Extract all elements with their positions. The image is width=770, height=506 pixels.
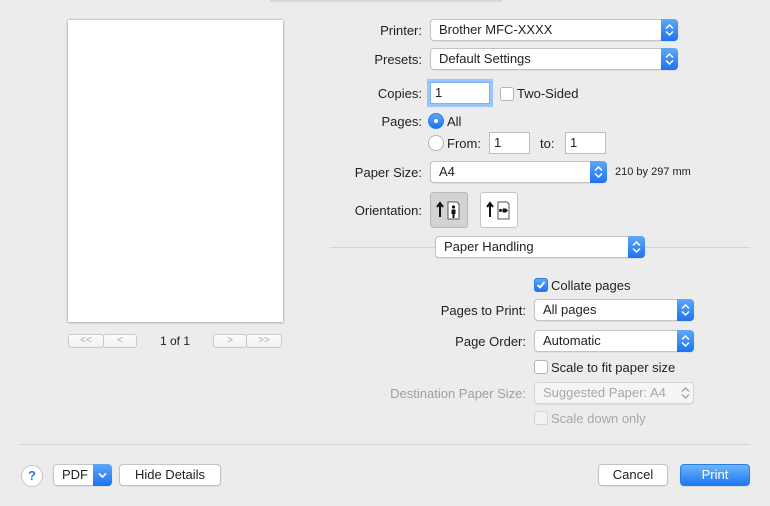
scale-down-only-checkbox[interactable] xyxy=(534,411,548,425)
copies-label: Copies: xyxy=(377,86,422,101)
copies-field[interactable]: 1 xyxy=(430,82,490,104)
presets-value: Default Settings xyxy=(439,51,531,66)
chevron-down-icon xyxy=(93,464,112,486)
printer-popup[interactable]: Brother MFC-XXXX xyxy=(430,19,678,41)
updown-arrows-icon xyxy=(677,382,694,404)
updown-arrows-icon xyxy=(661,48,678,70)
first-page-button[interactable]: << xyxy=(68,334,104,348)
pages-to-print-label: Pages to Print: xyxy=(440,303,526,318)
landscape-icon xyxy=(486,201,510,220)
cancel-button[interactable]: Cancel xyxy=(598,464,668,486)
prev-page-button[interactable]: < xyxy=(103,334,137,348)
pages-from-field[interactable]: 1 xyxy=(489,132,530,154)
hide-details-button[interactable]: Hide Details xyxy=(119,464,221,486)
presets-label: Presets: xyxy=(374,52,422,67)
paper-size-label: Paper Size: xyxy=(354,165,422,180)
footer-divider xyxy=(20,444,750,445)
page-order-label: Page Order: xyxy=(455,334,526,349)
pages-from-radio[interactable] xyxy=(428,135,444,151)
orientation-label: Orientation: xyxy=(354,203,422,218)
collate-pages-label: Collate pages xyxy=(551,278,631,293)
pages-all-radio[interactable] xyxy=(428,113,444,129)
paper-size-value: A4 xyxy=(439,164,455,179)
updown-arrows-icon xyxy=(661,19,678,41)
page-count: 1 of 1 xyxy=(159,334,191,348)
print-button[interactable]: Print xyxy=(680,464,750,486)
print-preview-page xyxy=(68,20,283,322)
landscape-orientation-button[interactable] xyxy=(480,192,518,228)
section-popup-value: Paper Handling xyxy=(444,239,534,254)
updown-arrows-icon xyxy=(677,299,694,321)
scale-to-fit-label: Scale to fit paper size xyxy=(551,360,676,375)
pages-from-label: From: xyxy=(447,136,481,151)
printer-value: Brother MFC-XXXX xyxy=(439,22,553,37)
pages-to-label: to: xyxy=(540,136,555,151)
page-order-popup[interactable]: Automatic xyxy=(534,330,694,352)
section-popup[interactable]: Paper Handling xyxy=(435,236,645,258)
pages-all-label: All xyxy=(447,114,462,129)
pages-to-field[interactable]: 1 xyxy=(565,132,606,154)
updown-arrows-icon xyxy=(590,161,607,183)
portrait-orientation-button[interactable] xyxy=(430,192,468,228)
checkmark-icon xyxy=(536,281,546,289)
collate-pages-checkbox[interactable] xyxy=(534,278,548,292)
destination-paper-size-label: Destination Paper Size: xyxy=(390,386,526,401)
paper-dimensions: 210 by 297 mm xyxy=(615,166,691,178)
pages-to-print-popup[interactable]: All pages xyxy=(534,299,694,321)
printer-label: Printer: xyxy=(380,23,422,38)
destination-paper-size-popup[interactable]: Suggested Paper: A4 xyxy=(534,382,694,404)
portrait-icon xyxy=(436,201,460,220)
help-button[interactable]: ? xyxy=(21,465,43,487)
scale-down-only-label: Scale down only xyxy=(551,411,646,426)
next-page-button[interactable]: > xyxy=(213,334,247,348)
sheet-top-edge xyxy=(270,0,502,2)
two-sided-checkbox[interactable] xyxy=(500,87,514,101)
presets-popup[interactable]: Default Settings xyxy=(430,48,678,70)
page-order-value: Automatic xyxy=(543,333,601,348)
pdf-label: PDF xyxy=(62,467,88,482)
scale-to-fit-checkbox[interactable] xyxy=(534,360,548,374)
last-page-button[interactable]: >> xyxy=(246,334,282,348)
destination-paper-size-value: Suggested Paper: A4 xyxy=(543,385,666,400)
pdf-menu-button[interactable]: PDF xyxy=(53,464,112,486)
updown-arrows-icon xyxy=(677,330,694,352)
updown-arrows-icon xyxy=(628,236,645,258)
pages-to-print-value: All pages xyxy=(543,302,597,317)
pages-label: Pages: xyxy=(381,114,422,129)
two-sided-label: Two-Sided xyxy=(517,86,579,101)
paper-size-popup[interactable]: A4 xyxy=(430,161,607,183)
